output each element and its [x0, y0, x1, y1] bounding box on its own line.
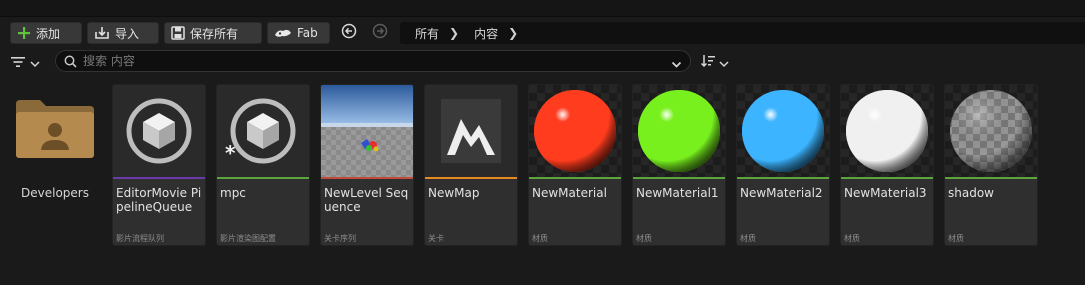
asset-type-color-bar [529, 177, 621, 179]
asset-type-color-bar [945, 177, 1037, 179]
asset-type-label: 关卡序列 [324, 234, 356, 243]
filter-icon [10, 53, 26, 72]
asset-type-label: 材质 [532, 234, 548, 243]
asset-tile[interactable]: NewMap 关卡 [424, 84, 518, 246]
asset-type-color-bar [633, 177, 725, 179]
level-sequence-thumbnail [321, 85, 413, 177]
search-row [0, 50, 1085, 74]
import-button[interactable]: 导入 [87, 22, 159, 44]
search-input[interactable] [83, 54, 643, 68]
asset-tile[interactable]: EditorMovie PipelineQueue 影片流程队列 [112, 84, 206, 246]
fab-button[interactable]: Fab [267, 22, 330, 44]
add-button-label: 添加 [36, 26, 61, 41]
unsaved-asterisk-icon: * [225, 141, 236, 165]
breadcrumb: 所有 ❯ 内容 ❯ [400, 22, 1085, 44]
fab-button-label: Fab [297, 26, 318, 40]
asset-name: NewLevel Sequence [324, 186, 409, 214]
save-all-button[interactable]: 保存所有 [164, 22, 262, 44]
add-button[interactable]: 添加 [10, 22, 82, 44]
asset-tile[interactable]: shadow 材质 [944, 84, 1038, 246]
chevron-right-icon[interactable]: ❯ [508, 26, 518, 40]
fab-icon [274, 27, 292, 39]
asset-tile[interactable]: NewMaterial1 材质 [632, 84, 726, 246]
toolbar: 添加 导入 保存所有 Fab 所有 ❯ 内容 ❯ [0, 22, 1085, 46]
import-button-label: 导入 [115, 26, 140, 41]
asset-name: NewMaterial3 [844, 186, 927, 200]
asset-type-label: 材质 [636, 234, 652, 243]
asset-tile[interactable]: NewMaterial3 材质 [840, 84, 934, 246]
asset-type-label: 关卡 [428, 234, 444, 243]
asset-name: NewMap [428, 186, 480, 200]
material-sphere-thumbnail [945, 85, 1037, 177]
import-icon [94, 26, 110, 40]
folder-label: Developers [21, 186, 89, 200]
breadcrumb-item-content[interactable]: 内容 [474, 25, 498, 42]
asset-type-color-bar [321, 177, 413, 179]
chevron-down-icon [30, 53, 40, 72]
history-forward-button[interactable] [371, 23, 389, 43]
plus-icon [17, 26, 31, 40]
asset-name: EditorMovie PipelineQueue [116, 186, 202, 214]
breadcrumb-item-all[interactable]: 所有 [415, 25, 439, 42]
folder-developers[interactable]: Developers [12, 98, 98, 243]
search-box [55, 50, 691, 72]
save-all-button-label: 保存所有 [190, 26, 239, 41]
material-sphere-thumbnail [529, 85, 621, 177]
top-strip [0, 0, 1085, 17]
asset-type-color-bar [737, 177, 829, 179]
asset-type-label: 影片流程队列 [116, 234, 164, 243]
asset-type-color-bar [113, 177, 205, 179]
material-sphere-thumbnail [737, 85, 829, 177]
search-dropdown-chevron-icon[interactable] [671, 55, 682, 74]
cube-icon [113, 85, 205, 177]
asset-type-label: 材质 [948, 234, 964, 243]
asset-type-label: 材质 [844, 234, 860, 243]
asset-name: NewMaterial2 [740, 186, 823, 200]
asset-type-color-bar [217, 177, 309, 179]
asset-tile[interactable]: NewMaterial 材质 [528, 84, 622, 246]
folder-icon [14, 98, 96, 164]
asset-name: mpc [220, 186, 246, 200]
arrow-left-circle-icon [341, 23, 357, 43]
filter-button[interactable] [10, 53, 46, 71]
asset-type-label: 材质 [740, 234, 756, 243]
history-back-button[interactable] [340, 23, 358, 43]
sort-icon [700, 53, 716, 72]
chevron-down-icon [719, 53, 729, 72]
asset-tile[interactable]: * mpc 影片渲染图配置 [216, 84, 310, 246]
asset-name: NewMaterial [532, 186, 607, 200]
asset-type-color-bar [425, 177, 517, 179]
asset-type-color-bar [841, 177, 933, 179]
material-sphere-thumbnail [633, 85, 725, 177]
material-sphere-thumbnail [841, 85, 933, 177]
asset-name: NewMaterial1 [636, 186, 719, 200]
chevron-right-icon[interactable]: ❯ [449, 26, 459, 40]
search-icon [64, 55, 77, 68]
asset-tile[interactable]: NewMaterial2 材质 [736, 84, 830, 246]
save-icon [171, 26, 185, 40]
arrow-right-circle-icon [372, 23, 388, 43]
map-icon [425, 85, 517, 177]
asset-type-label: 影片渲染图配置 [220, 234, 276, 243]
asset-name: shadow [948, 186, 994, 200]
sort-button[interactable] [700, 53, 734, 71]
asset-tile[interactable]: NewLevel Sequence 关卡序列 [320, 84, 414, 246]
